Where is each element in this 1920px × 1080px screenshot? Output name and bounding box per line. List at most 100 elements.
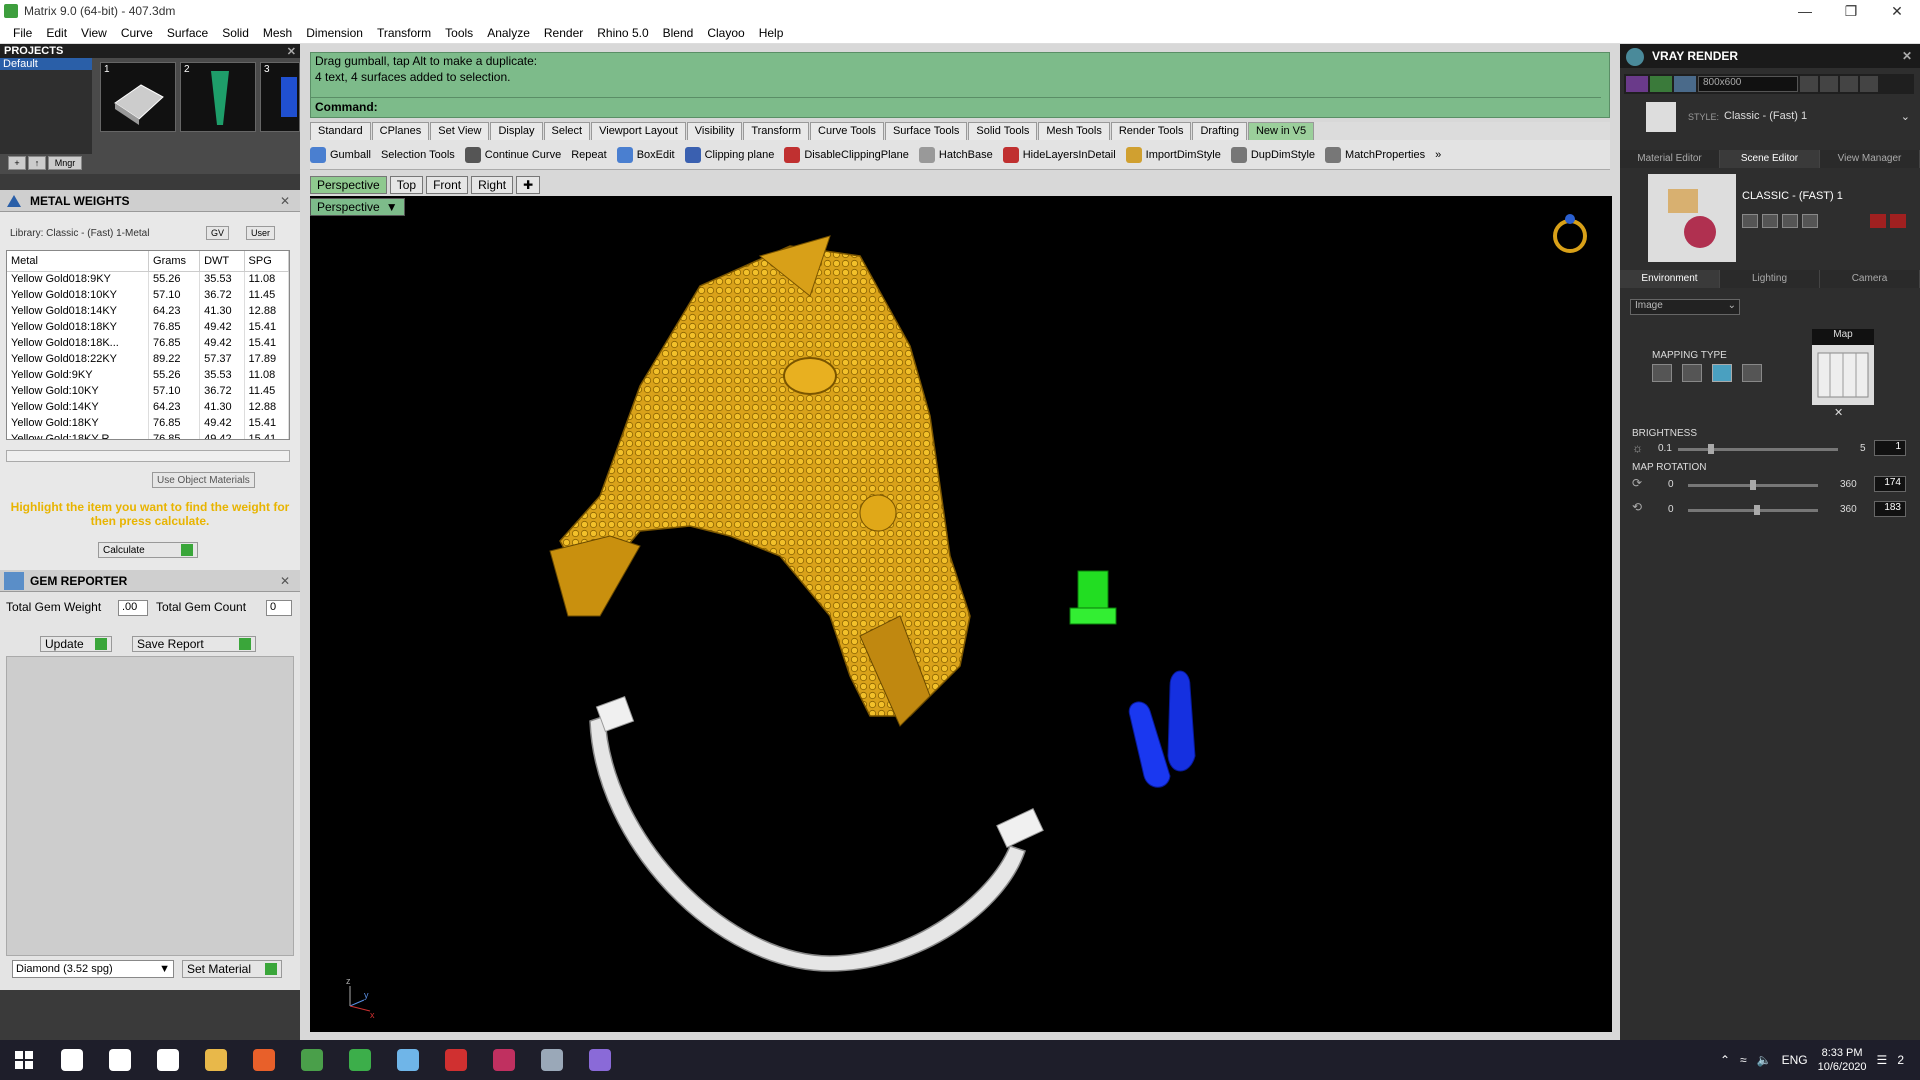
- table-row[interactable]: Yellow Gold018:18K... 76.85 49.42 15.41: [7, 335, 289, 351]
- tab-cplanes[interactable]: CPlanes: [371, 122, 430, 140]
- taskbar-app[interactable]: [48, 1040, 96, 1080]
- brightness-slider-knob[interactable]: [1708, 444, 1714, 454]
- selection-tools-button[interactable]: Selection Tools: [381, 149, 455, 161]
- add-view-icon[interactable]: ✚: [516, 176, 541, 194]
- tab-scene-editor[interactable]: Scene Editor: [1720, 150, 1820, 168]
- volume-icon[interactable]: 🔈: [1757, 1053, 1772, 1067]
- notification-icon[interactable]: ☰: [1877, 1053, 1888, 1067]
- tab-view-manager[interactable]: View Manager: [1820, 150, 1920, 168]
- use-object-materials-button[interactable]: Use Object Materials: [152, 472, 255, 488]
- brightness-value[interactable]: 1: [1874, 440, 1906, 456]
- menu-analyze[interactable]: Analyze: [480, 26, 537, 40]
- taskbar-app[interactable]: [480, 1040, 528, 1080]
- tab-transform[interactable]: Transform: [743, 122, 810, 140]
- tab-viewport-layout[interactable]: Viewport Layout: [591, 122, 686, 140]
- rotation1-slider-knob[interactable]: [1750, 480, 1756, 490]
- col-dwt[interactable]: DWT: [199, 251, 245, 272]
- tab-standard[interactable]: Standard: [310, 122, 371, 140]
- metal-table[interactable]: Metal Grams DWT SPG Yellow Gold018:9KY 55…: [6, 250, 290, 440]
- col-grams[interactable]: Grams: [148, 251, 201, 272]
- box-edit-button[interactable]: BoxEdit: [616, 146, 675, 163]
- project-item-default[interactable]: Default: [0, 58, 92, 70]
- gumball-button[interactable]: Gumball: [310, 146, 371, 163]
- table-row[interactable]: Yellow Gold018:22KY 89.22 57.37 17.89: [7, 351, 289, 367]
- table-row[interactable]: Yellow Gold:9KY 55.26 35.53 11.08: [7, 367, 289, 383]
- mapping-screen-icon[interactable]: [1742, 364, 1762, 382]
- menu-blend[interactable]: Blend: [656, 26, 701, 40]
- tab-select[interactable]: Select: [543, 122, 591, 140]
- taskbar-app[interactable]: [528, 1040, 576, 1080]
- menu-rhino5[interactable]: Rhino 5.0: [590, 26, 655, 40]
- taskbar-app[interactable]: [576, 1040, 624, 1080]
- rotation2-slider[interactable]: [1688, 505, 1818, 515]
- hide-layers-in-detail-button[interactable]: HideLayersInDetail: [1002, 146, 1116, 163]
- tab-material-editor[interactable]: Material Editor: [1620, 150, 1720, 168]
- menu-clayoo[interactable]: Clayoo: [700, 26, 751, 40]
- table-row[interactable]: Yellow Gold:18KY R... 76.85 49.42 15.41: [7, 431, 289, 439]
- mapping-box-icon[interactable]: [1682, 364, 1702, 382]
- add-icon[interactable]: +: [8, 156, 26, 170]
- command-input[interactable]: Command:: [311, 97, 1601, 117]
- taskbar-app[interactable]: [192, 1040, 240, 1080]
- taskbar-app[interactable]: [432, 1040, 480, 1080]
- tab-camera[interactable]: Camera: [1820, 270, 1920, 288]
- menu-tools[interactable]: Tools: [438, 26, 480, 40]
- table-row[interactable]: Yellow Gold:14KY 64.23 41.30 12.88: [7, 399, 289, 415]
- taskbar-app[interactable]: [240, 1040, 288, 1080]
- style-select[interactable]: Classic - (Fast) 1 ⌄: [1724, 110, 1910, 126]
- chevron-up-icon[interactable]: ⌃: [1720, 1053, 1730, 1067]
- close-icon[interactable]: ✕: [1874, 3, 1920, 20]
- taskbar-app[interactable]: [96, 1040, 144, 1080]
- manager-button[interactable]: Mngr: [48, 156, 82, 170]
- interactive-render-icon[interactable]: [1650, 76, 1672, 92]
- menu-render[interactable]: Render: [537, 26, 590, 40]
- gv-toggle[interactable]: GV: [206, 226, 230, 240]
- menu-help[interactable]: Help: [752, 26, 791, 40]
- clipping-plane-button[interactable]: Clipping plane: [684, 146, 774, 163]
- rotation1-slider[interactable]: [1688, 480, 1818, 490]
- menu-curve[interactable]: Curve: [114, 26, 160, 40]
- repeat-button[interactable]: Repeat: [571, 149, 606, 161]
- menu-transform[interactable]: Transform: [370, 26, 438, 40]
- project-list[interactable]: Default: [0, 58, 92, 154]
- project-thumb-1[interactable]: 1: [100, 62, 176, 132]
- refresh-scene-icon[interactable]: [1890, 214, 1906, 228]
- hatch-base-button[interactable]: HatchBase: [918, 146, 993, 163]
- tab-set-view[interactable]: Set View: [430, 122, 490, 140]
- duplicate-scene-icon[interactable]: [1802, 214, 1818, 228]
- tab-front[interactable]: Front: [426, 176, 469, 194]
- tab-top[interactable]: Top: [389, 176, 424, 194]
- menu-mesh[interactable]: Mesh: [256, 26, 299, 40]
- tab-mesh-tools[interactable]: Mesh Tools: [1038, 122, 1110, 140]
- settings-icon[interactable]: [1860, 76, 1878, 92]
- brightness-slider[interactable]: [1678, 444, 1838, 454]
- prev-icon[interactable]: [1800, 76, 1818, 92]
- minimize-icon[interactable]: —: [1782, 3, 1828, 20]
- tab-new-in-v5[interactable]: New in V5: [1247, 122, 1315, 140]
- table-row[interactable]: Yellow Gold:10KY 57.10 36.72 11.45: [7, 383, 289, 399]
- environment-select[interactable]: Image ⌄: [1630, 299, 1740, 315]
- delete-scene-icon[interactable]: [1870, 214, 1886, 228]
- calculate-button[interactable]: Calculate: [98, 542, 198, 558]
- frame-buffer-icon[interactable]: [1820, 76, 1838, 92]
- start-button[interactable]: [0, 1040, 48, 1080]
- material-select[interactable]: Diamond (3.52 spg) ▼: [12, 960, 174, 978]
- language-indicator[interactable]: ENG: [1782, 1053, 1808, 1067]
- menu-view[interactable]: View: [74, 26, 114, 40]
- save-scene-icon[interactable]: [1742, 214, 1758, 228]
- taskbar-app[interactable]: [336, 1040, 384, 1080]
- import-dim-style-button[interactable]: ImportDimStyle: [1125, 146, 1221, 163]
- tab-right[interactable]: Right: [471, 176, 514, 194]
- save-report-button[interactable]: Save Report: [132, 636, 256, 652]
- project-thumb-3[interactable]: 3: [260, 62, 300, 132]
- tab-drafting[interactable]: Drafting: [1192, 122, 1247, 140]
- tab-visibility[interactable]: Visibility: [686, 122, 743, 140]
- col-spg[interactable]: SPG: [244, 251, 289, 272]
- set-material-button[interactable]: Set Material: [182, 960, 282, 978]
- tab-perspective[interactable]: Perspective: [310, 176, 387, 194]
- tab-solid-tools[interactable]: Solid Tools: [968, 122, 1038, 140]
- table-hscrollbar[interactable]: [6, 450, 290, 462]
- up-icon[interactable]: ↑: [28, 156, 46, 170]
- col-metal[interactable]: Metal: [7, 251, 150, 272]
- table-row[interactable]: Yellow Gold018:18KY 76.85 49.42 15.41: [7, 319, 289, 335]
